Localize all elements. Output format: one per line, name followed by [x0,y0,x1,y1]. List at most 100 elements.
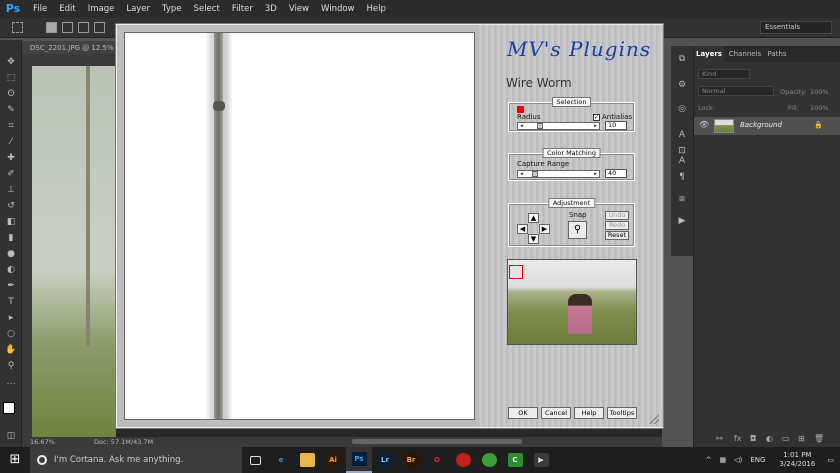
move-tool-icon[interactable]: ✥ [4,56,18,68]
document-tab[interactable]: DSC_2201.JPG @ 12.5% (R [22,40,123,54]
blend-mode-select[interactable]: Normal [698,86,774,96]
marquee-tool-icon[interactable] [12,22,23,33]
navigator-view-box[interactable] [509,265,523,279]
dodge-tool-icon[interactable]: ◐ [4,264,18,276]
media-icon[interactable]: ▶ [528,447,554,473]
glyph-panel-icon[interactable]: A [675,130,689,142]
pen-tool-icon[interactable]: ✒ [4,280,18,292]
radius-slider-thumb[interactable] [537,123,544,129]
radius-slider-right-arrow-icon[interactable]: ▸ [592,123,599,129]
camtasia-icon[interactable]: C [502,447,528,473]
adjustment-layer-icon[interactable]: ◐ [766,434,773,443]
properties-panel-icon[interactable]: ⚙ [675,80,689,92]
brush-panel-icon[interactable]: ◎ [675,104,689,116]
shape-tool-icon[interactable]: ○ [4,328,18,340]
language-indicator[interactable]: ENG [750,456,765,464]
menu-type[interactable]: Type [156,0,188,18]
menu-view[interactable]: View [283,0,315,18]
add-selection-icon[interactable] [62,22,73,33]
blur-tool-icon[interactable]: ● [4,248,18,260]
cancel-button[interactable]: Cancel [541,407,571,419]
subtract-selection-icon[interactable] [78,22,89,33]
more-tools-icon[interactable]: … [4,376,18,388]
capture-slider-right-arrow-icon[interactable]: ▸ [592,171,599,177]
character-panel-icon[interactable]: A [675,156,689,168]
volume-icon[interactable]: ◁) [734,456,742,464]
capture-slider-thumb[interactable] [532,171,539,177]
mask-icon[interactable]: ◘ [750,434,756,443]
fill-value[interactable]: 100% [810,104,829,112]
lasso-tool-icon[interactable]: ʘ [4,88,18,100]
help-button[interactable]: Help [574,407,604,419]
task-view-icon[interactable] [242,447,268,473]
app-green-icon[interactable] [476,447,502,473]
preview-canvas[interactable] [124,32,475,420]
nudge-right-icon[interactable]: ▶ [539,224,550,234]
layer-row[interactable]: 👁 Background 🔒 [694,117,840,135]
delete-layer-icon[interactable]: 🗑 [814,434,824,443]
edge-icon[interactable]: e [268,447,294,473]
marquee-tool-icon[interactable]: ⬚ [4,72,18,84]
intersect-selection-icon[interactable] [94,22,105,33]
foreground-color-swatch[interactable] [3,402,15,414]
menu-3d[interactable]: 3D [259,0,283,18]
lightroom-icon[interactable]: Lr [372,447,398,473]
menu-edit[interactable]: Edit [53,0,81,18]
zoom-level[interactable]: 16.67% [30,438,55,446]
path-select-icon[interactable]: ▸ [4,312,18,324]
nudge-down-icon[interactable]: ▼ [528,234,539,244]
menu-window[interactable]: Window [315,0,361,18]
app-red-icon[interactable] [450,447,476,473]
timeline-panel-icon[interactable]: ▶ [675,216,689,228]
antialias-checkbox[interactable]: ✓ [593,114,600,121]
bridge-icon[interactable]: Br [398,447,424,473]
network-icon[interactable]: ▦ [720,456,727,464]
capture-slider-left-arrow-icon[interactable]: ◂ [518,171,525,177]
capture-range-slider[interactable]: ◂ ▸ [517,170,600,178]
opera-icon[interactable]: O [424,447,450,473]
brush-tool-icon[interactable]: ✐ [4,168,18,180]
history-brush-icon[interactable]: ↺ [4,200,18,212]
history-panel-icon[interactable]: ⧉ [675,54,689,66]
reset-button[interactable]: Reset [605,231,629,240]
illustrator-icon[interactable]: Ai [320,447,346,473]
opacity-value[interactable]: 100% [810,88,829,96]
healing-tool-icon[interactable]: ✚ [4,152,18,164]
nudge-left-icon[interactable]: ◀ [517,224,528,234]
ok-button[interactable]: OK [508,407,538,419]
new-selection-icon[interactable] [46,22,57,33]
radius-slider[interactable]: ◂ ▸ [517,122,600,130]
snap-magnifier-icon[interactable]: ⚲ [568,221,587,239]
lock-icon[interactable]: 🔒 [814,121,823,129]
menu-help[interactable]: Help [361,0,392,18]
crop-tool-icon[interactable]: ⌗ [4,120,18,132]
quick-mask-icon[interactable]: ◫ [4,430,18,442]
tab-paths[interactable]: Paths [764,46,790,62]
tab-channels[interactable]: Channels [726,46,764,62]
photoshop-icon[interactable]: Ps [346,447,372,473]
radius-slider-left-arrow-icon[interactable]: ◂ [518,123,525,129]
eyedropper-tool-icon[interactable]: ⁄ [4,136,18,148]
document-canvas[interactable] [32,66,116,437]
menu-filter[interactable]: Filter [226,0,259,18]
new-layer-icon[interactable]: ⊞ [798,434,805,443]
notifications-icon[interactable]: ▭ [827,456,834,464]
nudge-up-icon[interactable]: ▲ [528,213,539,223]
paragraph-panel-icon[interactable]: ¶ [675,172,689,184]
workspace-select[interactable]: Essentials [760,21,832,34]
type-tool-icon[interactable]: T [4,296,18,308]
file-explorer-icon[interactable] [294,447,320,473]
clone-source-icon[interactable]: ⧈ [675,194,689,206]
layer-kind-filter[interactable]: Kind [698,69,750,79]
group-icon[interactable]: ▭ [782,434,790,443]
eraser-tool-icon[interactable]: ◧ [4,216,18,228]
zoom-tool-icon[interactable]: ⚲ [4,360,18,372]
capture-range-value[interactable]: 40 [605,169,627,178]
menu-select[interactable]: Select [188,0,226,18]
radius-value[interactable]: 10 [605,121,627,130]
clock[interactable]: 1:01 PM 3/24/2016 [773,451,821,469]
menu-layer[interactable]: Layer [120,0,156,18]
cortana-search[interactable]: I'm Cortana. Ask me anything. [30,447,242,473]
horizontal-scrollbar[interactable] [352,439,522,444]
resize-grip-icon[interactable] [649,414,659,424]
